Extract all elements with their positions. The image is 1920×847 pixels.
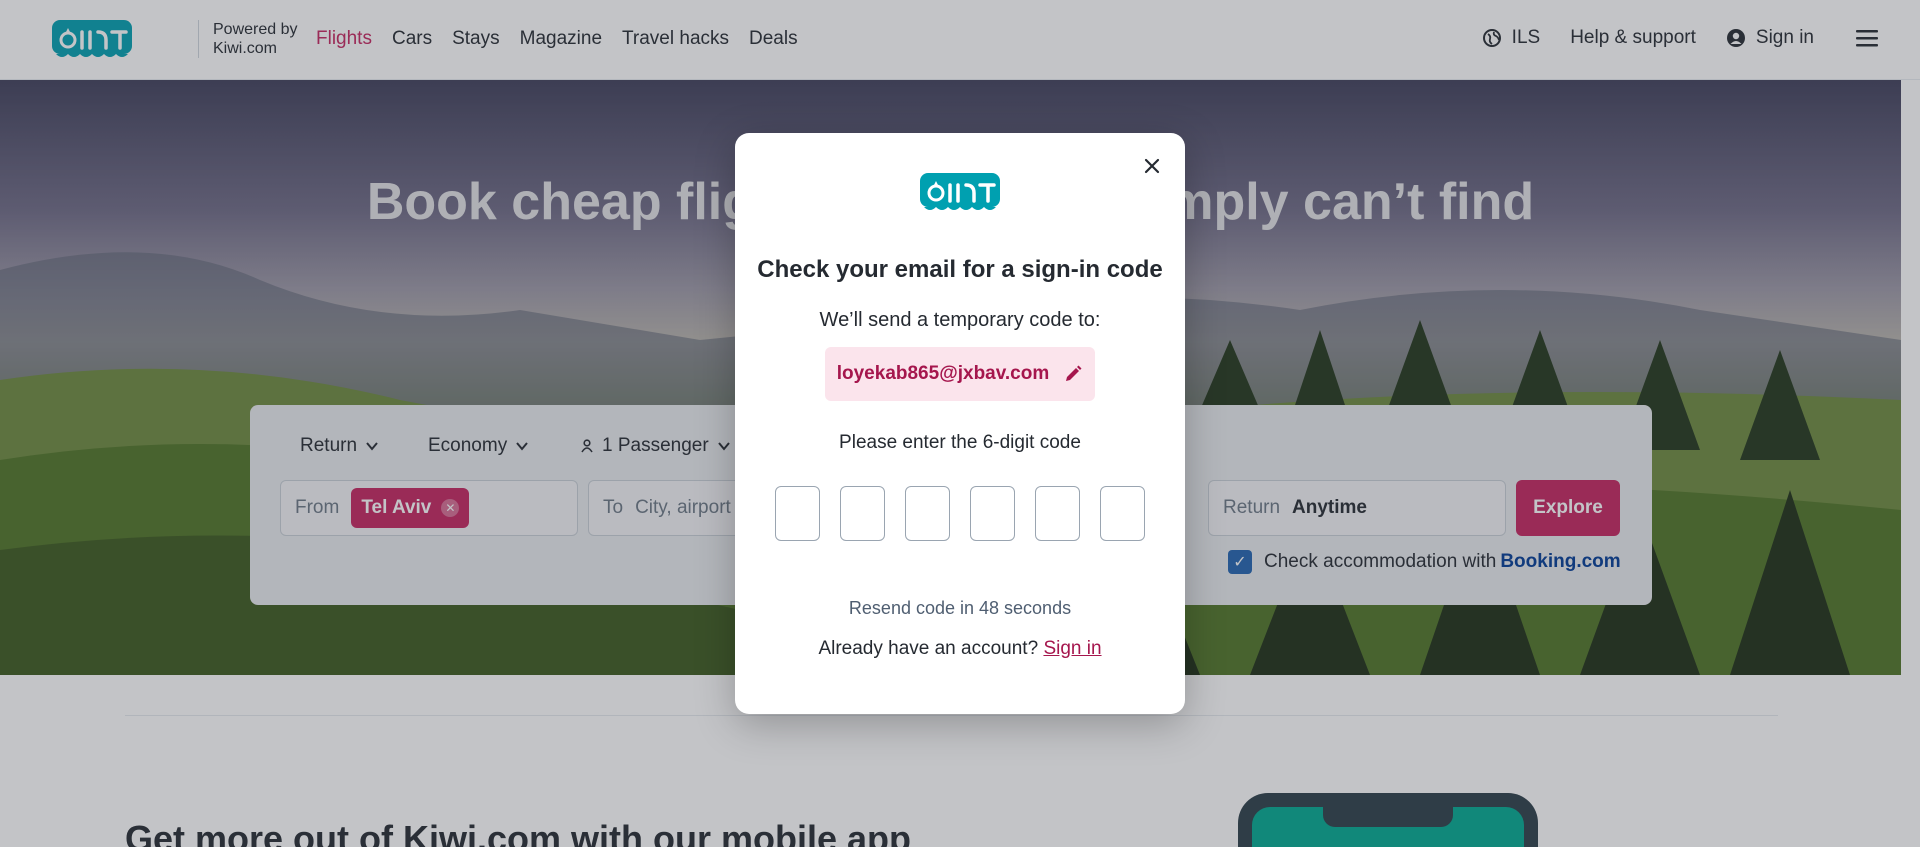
resend-countdown: Resend code in 48 seconds	[848, 598, 1072, 618]
code-digit-input[interactable]	[775, 486, 820, 541]
send-code-text: We’ll send a temporary code to:	[819, 309, 1101, 331]
shahar-logo	[920, 173, 1000, 210]
code-digit-input[interactable]	[905, 486, 950, 541]
sign-in-code-dialog: Check your email for a sign-in code We’l…	[735, 133, 1185, 714]
dialog-title: Check your email for a sign-in code	[757, 256, 1163, 283]
code-digit-input[interactable]	[1100, 486, 1145, 541]
code-input-group	[775, 486, 1145, 541]
dialog-logo	[918, 171, 1002, 218]
email-address: loyekab865@jxbav.com	[836, 363, 1050, 384]
code-digit-input[interactable]	[840, 486, 885, 541]
already-text: Already have an account?	[818, 638, 1039, 659]
enter-code-text: Please enter the 6-digit code	[839, 432, 1081, 453]
already-have-account: Already have an account? Sign in	[735, 638, 1185, 660]
edit-email-button[interactable]: loyekab865@jxbav.com	[825, 347, 1095, 401]
close-icon[interactable]	[1141, 155, 1163, 177]
sign-in-link[interactable]: Sign in	[1043, 638, 1101, 659]
pencil-icon	[1066, 365, 1082, 381]
code-digit-input[interactable]	[1035, 486, 1080, 541]
code-digit-input[interactable]	[970, 486, 1015, 541]
